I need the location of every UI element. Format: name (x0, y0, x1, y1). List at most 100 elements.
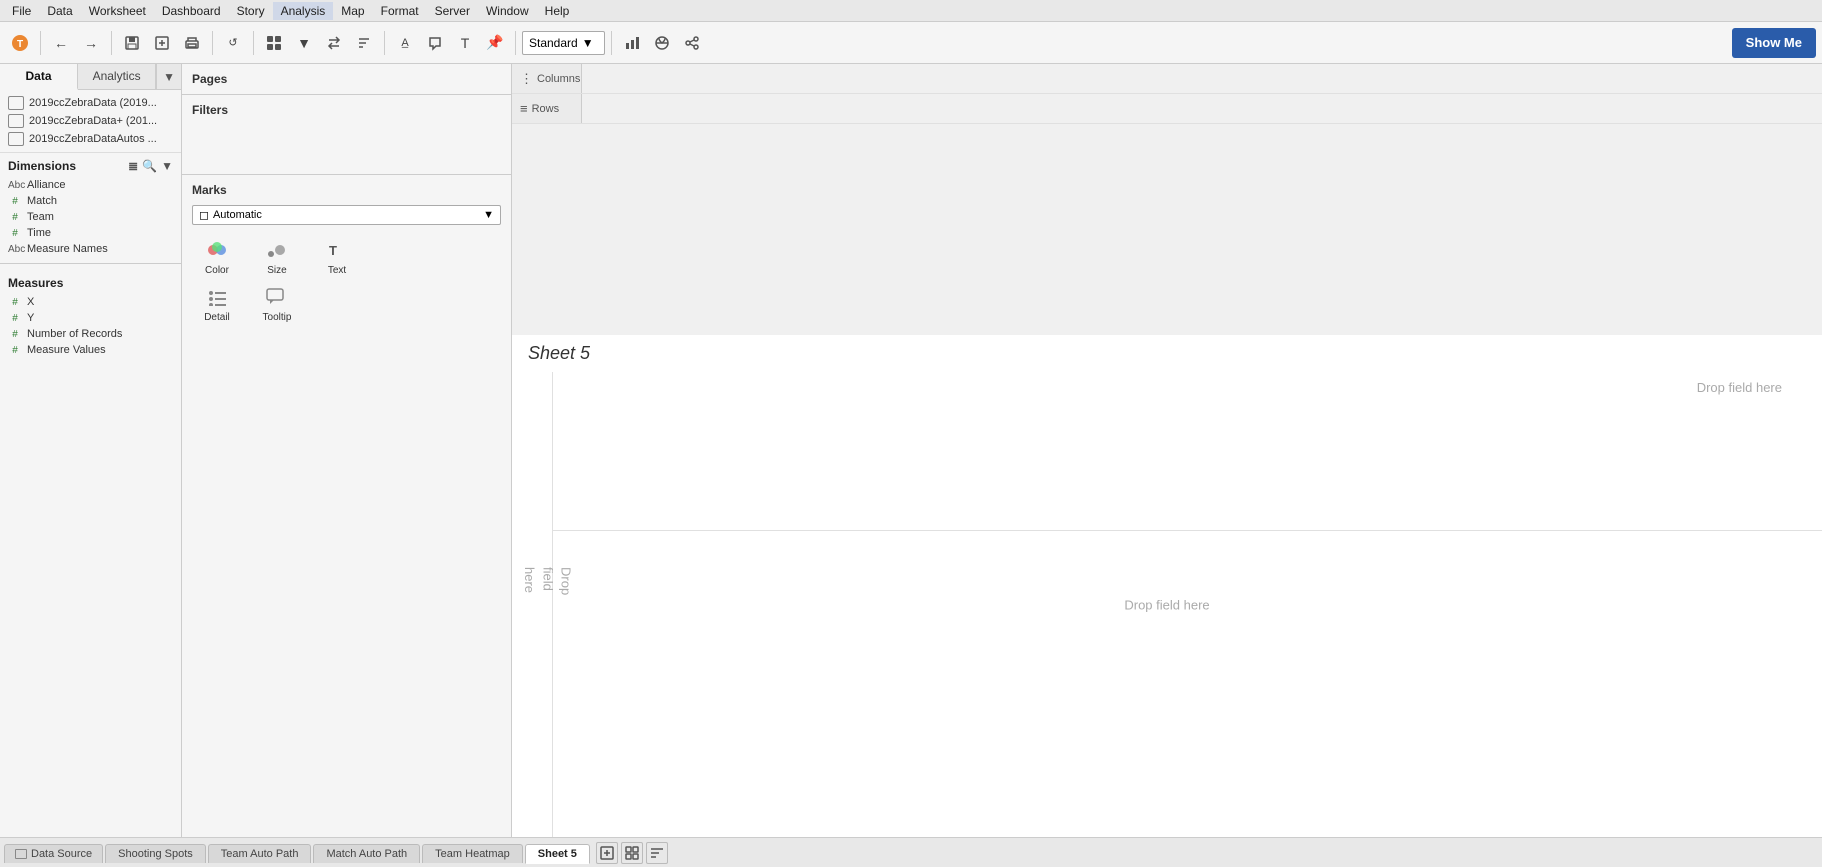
tableau-logo: T (6, 29, 34, 57)
dimension-alliance[interactable]: Abc Alliance (0, 177, 181, 193)
new-sheet-tab-btn[interactable] (596, 842, 618, 864)
tab-team-auto-path[interactable]: Team Auto Path (208, 844, 312, 863)
measure-mv-label: Measure Values (27, 344, 106, 356)
tooltip-btn[interactable] (421, 29, 449, 57)
tab-match-auto-path[interactable]: Match Auto Path (313, 844, 420, 863)
svg-text:T: T (17, 39, 23, 50)
drop-btn[interactable]: ▼ (290, 29, 318, 57)
menu-server[interactable]: Server (427, 2, 478, 20)
menu-data[interactable]: Data (39, 2, 80, 20)
rows-shelf: ≡ Rows (512, 94, 1822, 124)
dimensions-label: Dimensions (8, 159, 76, 173)
menu-analysis[interactable]: Analysis (273, 2, 334, 20)
measures-section-header: Measures (0, 270, 181, 294)
sidebar-expand-icon[interactable]: ▼ (163, 70, 175, 84)
menu-dashboard[interactable]: Dashboard (154, 2, 229, 20)
columns-drop-area[interactable] (582, 64, 1822, 93)
search-icon[interactable]: 🔍 (142, 159, 157, 173)
tooltip-mark-btn[interactable]: Tooltip (252, 284, 302, 323)
rows-drop-area[interactable] (582, 94, 1822, 123)
detail-mark-btn[interactable]: Detail (192, 284, 242, 323)
columns-label: Columns (537, 73, 580, 85)
data-source-3[interactable]: 2019ccZebraDataAutos ... (0, 130, 181, 148)
columns-shelf-label: ⋮ Columns (512, 64, 582, 93)
dimension-time-label: Time (27, 227, 51, 239)
tab-shooting-spots[interactable]: Shooting Spots (105, 844, 206, 863)
shelves-panels-row: Pages Filters Marks ◻ Automatic ▼ (182, 64, 1822, 335)
color-icon (202, 237, 232, 263)
dimension-team[interactable]: # Team (0, 209, 181, 225)
sort-asc-btn[interactable] (350, 29, 378, 57)
separator-2 (111, 31, 112, 55)
menu-help[interactable]: Help (537, 2, 578, 20)
separator-7 (611, 31, 612, 55)
tooltip-icon (262, 284, 292, 310)
show-me-button[interactable]: Show Me (1732, 28, 1816, 58)
sidebar: Data Analytics ▼ 2019ccZebraData (2019..… (0, 64, 182, 837)
workspace: Sheet 5 Drop field here Drop field here … (512, 335, 1822, 837)
separator-6 (515, 31, 516, 55)
dimension-measure-names[interactable]: Abc Measure Names (0, 241, 181, 257)
measure-y[interactable]: # Y (0, 310, 181, 326)
hash-icon-x: # (8, 297, 22, 308)
data-source-2[interactable]: 2019ccZebraData+ (201... (0, 112, 181, 130)
menu-map[interactable]: Map (333, 2, 372, 20)
color-mark-btn[interactable]: Color (192, 237, 242, 276)
dimension-match[interactable]: # Match (0, 193, 181, 209)
tab-team-heatmap[interactable]: Team Heatmap (422, 844, 523, 863)
dimension-measure-names-label: Measure Names (27, 243, 108, 255)
pages-section: Pages (182, 64, 511, 95)
size-label: Size (267, 265, 286, 276)
share-btn[interactable] (678, 29, 706, 57)
color-label: Color (205, 265, 229, 276)
number-type-icon-time: # (8, 228, 22, 239)
size-mark-btn[interactable]: Size (252, 237, 302, 276)
menu-window[interactable]: Window (478, 2, 537, 20)
new-sheet-btn[interactable] (148, 29, 176, 57)
text-mark-btn[interactable]: T Text (312, 237, 362, 276)
menu-worksheet[interactable]: Worksheet (81, 2, 154, 20)
redo-btn[interactable]: → (77, 29, 105, 57)
measure-x[interactable]: # X (0, 294, 181, 310)
tab-sheet5[interactable]: Sheet 5 (525, 844, 590, 864)
map-btn[interactable] (648, 29, 676, 57)
dimensions-section-header: Dimensions ≣ 🔍 ▼ (0, 153, 181, 177)
marks-type-dropdown[interactable]: ◻ Automatic ▼ (192, 205, 501, 225)
print-btn[interactable] (178, 29, 206, 57)
view-btn[interactable] (260, 29, 288, 57)
measure-y-label: Y (27, 312, 34, 324)
menu-file[interactable]: File (4, 2, 39, 20)
measure-number-of-records[interactable]: # Number of Records (0, 326, 181, 342)
tab-data-source[interactable]: Data Source (4, 844, 103, 863)
label-btn[interactable]: T (451, 29, 479, 57)
dimensions-header-icons: ≣ 🔍 ▼ (128, 159, 173, 173)
chart-type-btn[interactable] (618, 29, 646, 57)
new-story-tab-btn[interactable] (646, 842, 668, 864)
undo-btn[interactable]: ← (47, 29, 75, 57)
tab-data[interactable]: Data (0, 64, 78, 90)
rows-shelf-label: ≡ Rows (512, 94, 582, 123)
pin-btn[interactable]: 📌 (481, 29, 509, 57)
menu-format[interactable]: Format (373, 2, 427, 20)
data-source-1[interactable]: 2019ccZebraData (2019... (0, 94, 181, 112)
grid-view-icon[interactable]: ≣ (128, 159, 138, 173)
highlight-btn[interactable]: A̲ (391, 29, 419, 57)
dimension-time[interactable]: # Time (0, 225, 181, 241)
menu-story[interactable]: Story (229, 2, 273, 20)
new-dashboard-tab-btn[interactable] (621, 842, 643, 864)
swap-btn[interactable] (320, 29, 348, 57)
left-panel: Pages Filters Marks ◻ Automatic ▼ (182, 64, 512, 335)
rows-label: Rows (532, 103, 560, 115)
save-btn[interactable] (118, 29, 146, 57)
standard-select[interactable]: Standard ▼ (522, 31, 605, 55)
data-source-tab-label: Data Source (31, 848, 92, 860)
number-type-icon-match: # (8, 196, 22, 207)
tab-icons (596, 842, 668, 864)
marks-type-label: Automatic (213, 209, 262, 221)
tab-analytics[interactable]: Analytics (78, 64, 156, 89)
worksheet-title: Sheet 5 (528, 343, 590, 363)
expand-icon[interactable]: ▼ (161, 159, 173, 173)
data-sources-section: 2019ccZebraData (2019... 2019ccZebraData… (0, 90, 181, 153)
measure-measure-values[interactable]: # Measure Values (0, 342, 181, 358)
undo2-btn[interactable]: ↺ (219, 29, 247, 57)
